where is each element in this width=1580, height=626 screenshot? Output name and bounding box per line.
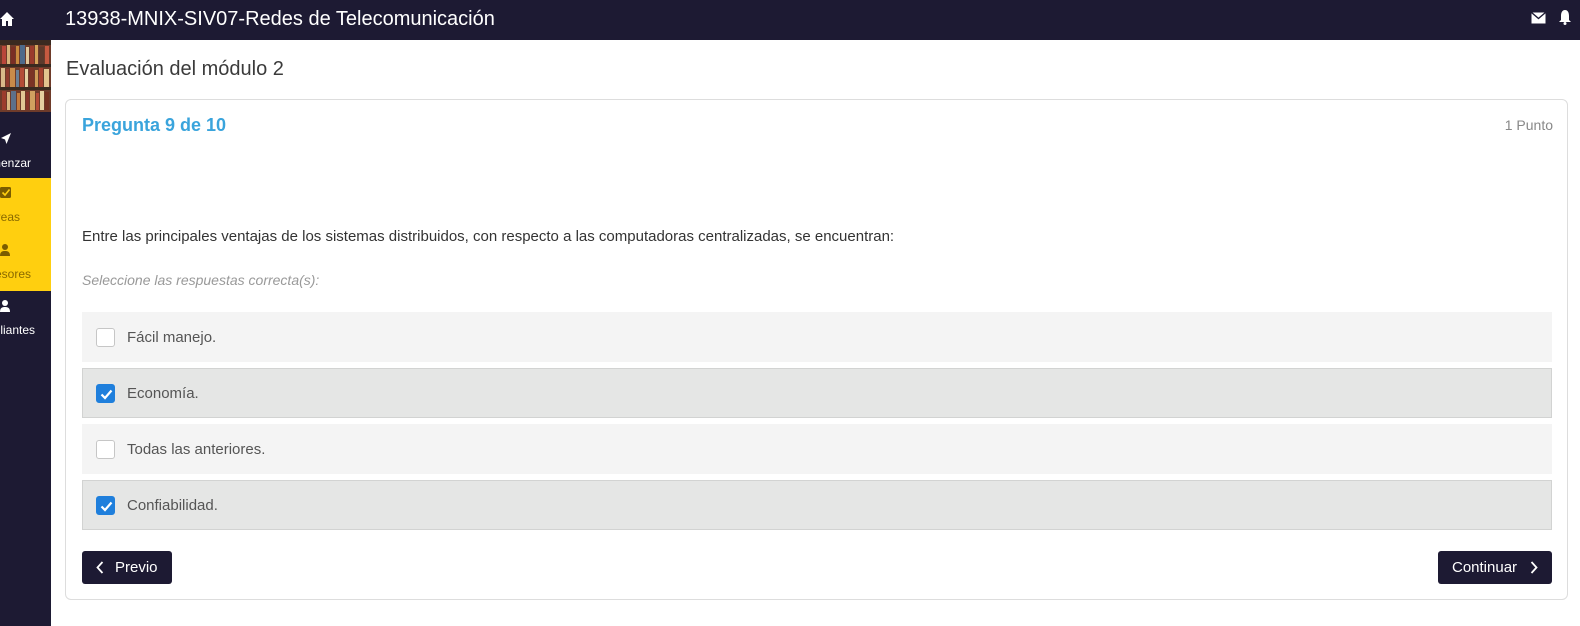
checkbox[interactable] [96, 496, 115, 515]
sidebar-item-comenzar[interactable]: nenzar [0, 124, 51, 180]
sidebar-item-tareas[interactable]: reas [0, 178, 51, 235]
course-photo [0, 40, 51, 112]
navigation-arrow-icon [1, 133, 11, 144]
previous-button[interactable]: Previo [82, 551, 172, 584]
answer-option-label: Economía. [127, 385, 199, 402]
checkbox[interactable] [96, 384, 115, 403]
checkbox[interactable] [96, 440, 115, 459]
checkmark-icon [100, 501, 113, 512]
chevron-right-icon [1530, 561, 1538, 574]
sidebar-item-label: esores [0, 267, 31, 281]
teacher-icon [0, 244, 10, 256]
checkbox[interactable] [96, 328, 115, 347]
sidebar: nenzar reas esores liantes [0, 40, 51, 626]
sidebar-item-estudiantes[interactable]: liantes [0, 291, 51, 347]
bell-icon[interactable] [1559, 9, 1571, 25]
answer-option[interactable]: Todas las anteriores. [82, 424, 1552, 474]
mail-icon[interactable] [1531, 12, 1546, 24]
chevron-left-icon [96, 561, 104, 574]
answer-option[interactable]: Confiabilidad. [82, 480, 1552, 530]
top-bar: 13938-MNIX-SIV07-Redes de Telecomunicaci… [0, 0, 1580, 40]
user-icon [0, 300, 10, 312]
sidebar-item-label: reas [0, 210, 20, 224]
course-title: 13938-MNIX-SIV07-Redes de Telecomunicaci… [65, 8, 495, 30]
home-icon[interactable] [0, 11, 14, 27]
sidebar-item-label: liantes [0, 323, 35, 337]
sidebar-item-profesores[interactable]: esores [0, 235, 51, 291]
checkmark-icon [100, 389, 113, 400]
checkbox-icon [0, 187, 11, 198]
answer-option[interactable]: Fácil manejo. [82, 312, 1552, 362]
answer-option-label: Todas las anteriores. [127, 441, 266, 458]
answer-option[interactable]: Economía. [82, 368, 1552, 418]
page-title: Evaluación del módulo 2 [66, 58, 284, 80]
previous-button-label: Previo [115, 559, 158, 576]
continue-button[interactable]: Continuar [1438, 551, 1552, 584]
answer-option-label: Confiabilidad. [127, 497, 218, 514]
question-number: Pregunta 9 de 10 [82, 115, 227, 135]
question-card: Pregunta 9 de 10 1 Punto Entre las princ… [65, 99, 1568, 600]
answer-hint: Seleccione las respuestas correcta(s): [82, 272, 320, 288]
question-points: 1 Punto [1504, 117, 1553, 133]
continue-button-label: Continuar [1452, 559, 1518, 576]
answer-option-label: Fácil manejo. [127, 329, 217, 346]
question-text: Entre las principales ventajas de los si… [82, 228, 895, 245]
sidebar-item-label: nenzar [0, 156, 31, 170]
